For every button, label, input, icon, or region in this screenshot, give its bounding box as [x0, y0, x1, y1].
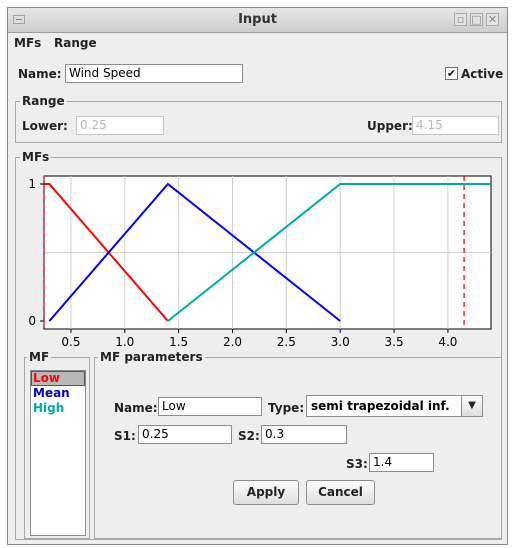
maximize-icon[interactable]: □: [470, 13, 483, 26]
mf-list: Low Mean High: [30, 370, 86, 536]
mf-list-item[interactable]: Mean: [31, 386, 85, 401]
mf-type-select[interactable]: semi trapezoidal inf. ▼: [306, 395, 483, 417]
s2-label: S2:: [238, 429, 260, 443]
cancel-button[interactable]: Cancel: [306, 480, 375, 505]
s1-field[interactable]: 0.25: [138, 425, 232, 444]
window-title: Input: [238, 12, 277, 27]
mfs-group-title: MFs: [20, 150, 52, 164]
mf-list-title: MF: [27, 350, 52, 364]
x-tick-label: 0.5: [61, 335, 80, 349]
x-tick-label: 3.5: [385, 335, 404, 349]
y-tick-label: 0: [28, 314, 36, 328]
mf-list-item[interactable]: Low: [31, 371, 85, 386]
x-tick-label: 1.0: [115, 335, 134, 349]
s1-label: S1:: [114, 429, 136, 443]
minimize-icon[interactable]: ▫: [454, 13, 467, 26]
s3-field[interactable]: 1.4: [369, 453, 434, 472]
mf-type-label: Type:: [268, 401, 305, 415]
check-icon: ✔: [446, 67, 457, 80]
x-tick-label: 1.5: [169, 335, 188, 349]
x-tick-label: 3.0: [331, 335, 350, 349]
menu-bar: MFs Range: [8, 33, 507, 53]
mf-name-label: Name:: [114, 401, 158, 415]
active-checkbox[interactable]: ✔: [445, 67, 458, 80]
name-field[interactable]: Wind Speed: [65, 64, 243, 83]
name-label: Name:: [18, 67, 62, 81]
apply-button[interactable]: Apply: [233, 480, 299, 505]
s2-field[interactable]: 0.3: [261, 425, 347, 444]
upper-field[interactable]: 4.15: [412, 116, 499, 135]
s3-label: S3:: [346, 457, 368, 471]
mf-name-field[interactable]: Low: [158, 397, 262, 416]
mf-params-title: MF parameters: [98, 350, 205, 364]
range-group-title: Range: [20, 94, 67, 108]
chevron-down-icon[interactable]: ▼: [461, 396, 482, 416]
mf-list-item[interactable]: High: [31, 401, 85, 416]
x-tick-label: 4.0: [438, 335, 457, 349]
mf-params-group: MF parameters: [94, 350, 502, 539]
menu-mfs[interactable]: MFs: [14, 36, 41, 50]
mf-chart: 0.5 1.0 1.5 2.0 2.5 3.0 3.5 4.0 0 1: [28, 175, 492, 349]
lower-field[interactable]: 0.25: [76, 116, 164, 135]
upper-label: Upper:: [367, 119, 413, 133]
lower-label: Lower:: [22, 119, 68, 133]
input-window: Input ▫ □ ✕ MFs Range Name: Wind Speed ✔…: [7, 7, 508, 545]
active-label: Active: [461, 67, 504, 81]
mf-type-value: semi trapezoidal inf.: [311, 399, 450, 413]
x-tick-label: 2.0: [223, 335, 242, 349]
close-icon[interactable]: ✕: [486, 13, 499, 26]
title-bar[interactable]: Input ▫ □ ✕: [8, 8, 507, 33]
x-tick-label: 2.5: [277, 335, 296, 349]
y-tick-label: 1: [28, 177, 36, 191]
menu-range[interactable]: Range: [54, 36, 97, 50]
